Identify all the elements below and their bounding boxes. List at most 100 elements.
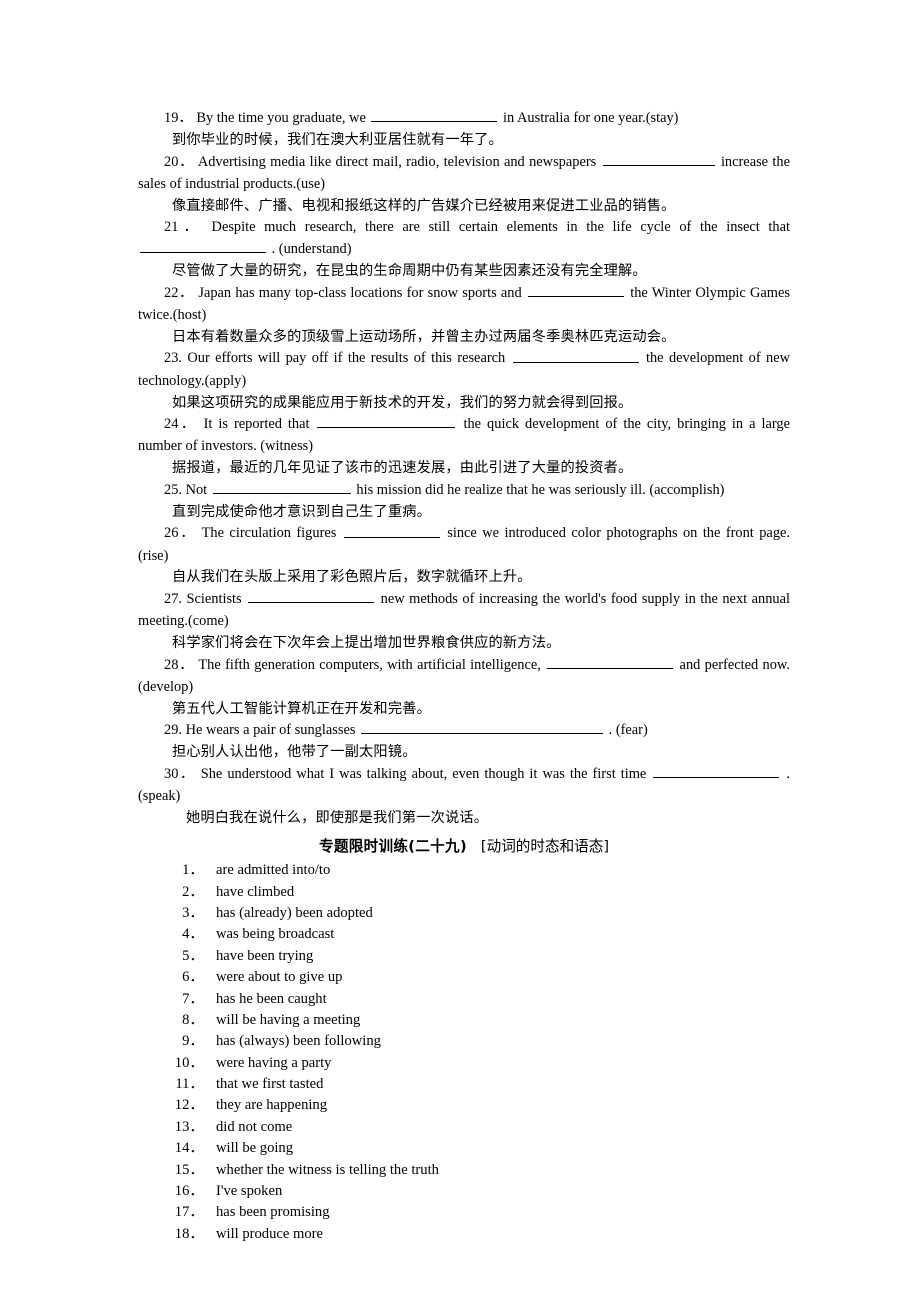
answer-item: 8． will be having a meeting xyxy=(138,1010,790,1031)
answer-blank[interactable] xyxy=(361,720,604,735)
answer-text: whether the witness is telling the truth xyxy=(216,1161,439,1178)
exercise-item: 27. Scientists new methods of increasing… xyxy=(138,589,790,633)
section-heading-topic: [动词的时态和语态] xyxy=(480,838,610,856)
answer-text: has he been caught xyxy=(216,990,327,1007)
answer-blank[interactable] xyxy=(527,283,624,298)
exercise-text-before-blank: Scientists xyxy=(186,591,247,608)
answer-text: will produce more xyxy=(216,1225,323,1242)
answer-blank[interactable] xyxy=(512,348,639,363)
answer-number: 4． xyxy=(182,926,204,943)
answer-number: 18． xyxy=(174,1225,204,1242)
answer-number: 12． xyxy=(174,1097,204,1114)
answer-blank[interactable] xyxy=(212,480,351,494)
answer-blank[interactable] xyxy=(317,414,456,429)
answer-number: 6． xyxy=(182,969,204,986)
exercise-text-before-blank: Our efforts will pay off if the results … xyxy=(187,350,511,367)
answer-item: 12． they are happening xyxy=(138,1095,790,1116)
exercise-text-before-blank: The circulation figures xyxy=(201,525,342,542)
exercise-text-before-blank: Japan has many top-class locations for s… xyxy=(198,285,526,302)
exercise-number: 28． xyxy=(164,656,199,673)
answer-item: 13． did not come xyxy=(138,1117,790,1138)
exercise-number: 22． xyxy=(164,285,199,302)
answer-item: 16． I've spoken xyxy=(138,1181,790,1202)
exercise-number: 21． xyxy=(164,219,212,236)
exercise-text-before-blank: Advertising media like direct mail, radi… xyxy=(197,153,601,170)
answer-blank[interactable] xyxy=(653,764,780,779)
answer-blank[interactable] xyxy=(602,152,715,166)
answer-blank[interactable] xyxy=(343,523,440,538)
answer-number: 2． xyxy=(182,883,204,900)
answer-number: 16． xyxy=(174,1182,204,1199)
exercise-translation: 自从我们在头版上采用了彩色照片后，数字就循环上升。 xyxy=(172,569,532,586)
answer-text: did not come xyxy=(216,1118,293,1135)
section-heading-title: 专题限时训练(二十九) xyxy=(318,838,467,856)
answer-text: that we first tasted xyxy=(216,1076,324,1093)
answer-text: are admitted into/to xyxy=(216,862,331,879)
document-page: 19． By the time you graduate, we in Aust… xyxy=(0,0,920,1302)
answer-blank[interactable] xyxy=(248,589,375,604)
answer-number: 10． xyxy=(174,1054,204,1071)
exercise-text-before-blank: He wears a pair of sunglasses xyxy=(185,722,360,739)
answer-key-list: 1． are admitted into/to 2． have climbed 3． ha… xyxy=(138,860,790,1245)
answer-item: 17． has been promising xyxy=(138,1202,790,1223)
exercise-translation: 科学家们将会在下次年会上提出增加世界粮食供应的新方法。 xyxy=(172,634,561,651)
answer-text: have been trying xyxy=(216,947,314,964)
answer-number: 1． xyxy=(182,862,204,879)
answer-item: 11． that we first tasted xyxy=(138,1074,790,1095)
answer-item: 2． have climbed xyxy=(138,882,790,903)
exercise-item: 20． Advertising media like direct mail, … xyxy=(138,152,790,196)
answer-number: 11． xyxy=(175,1076,204,1093)
answer-blank[interactable] xyxy=(371,108,498,123)
exercise-list: 19． By the time you graduate, we in Aust… xyxy=(138,108,790,829)
section-heading: 专题限时训练(二十九) [动词的时态和语态] xyxy=(138,836,790,858)
exercise-number: 27. xyxy=(164,591,187,608)
answer-blank[interactable] xyxy=(547,655,674,669)
exercise-text-after-blank: . (fear) xyxy=(605,722,648,739)
exercise-item: 21． Despite much research, there are sti… xyxy=(138,217,790,261)
answer-item: 3． has (already) been adopted xyxy=(138,903,790,924)
answer-number: 5． xyxy=(182,947,204,964)
answer-number: 7． xyxy=(182,990,204,1007)
exercise-number: 30． xyxy=(164,766,201,783)
exercise-number: 24． xyxy=(164,416,204,433)
exercise-translation: 她明白我在说什么，即使那是我们第一次说话。 xyxy=(186,809,489,826)
answer-item: 10． were having a party xyxy=(138,1053,790,1074)
exercise-item: 25. Not his mission did he realize that … xyxy=(138,480,790,502)
exercise-text-before-blank: Despite much research, there are still c… xyxy=(211,219,790,236)
answer-text: was being broadcast xyxy=(216,926,335,943)
answer-number: 14． xyxy=(174,1140,204,1157)
answer-number: 3． xyxy=(182,905,204,922)
exercise-translation: 到你毕业的时候，我们在澳大利亚居住就有一年了。 xyxy=(172,132,503,149)
answer-text: has (already) been adopted xyxy=(216,905,373,922)
answer-item: 14． will be going xyxy=(138,1138,790,1159)
exercise-number: 25. xyxy=(164,481,186,498)
exercise-translation: 如果这项研究的成果能应用于新技术的开发，我们的努力就会得到回报。 xyxy=(172,394,633,411)
exercise-item: 28． The fifth generation computers, with… xyxy=(138,655,790,699)
answer-text: will be having a meeting xyxy=(216,1011,361,1028)
exercise-translation: 像直接邮件、广播、电视和报纸这样的广告媒介已经被用来促进工业品的销售。 xyxy=(172,197,676,214)
exercise-text-before-blank: It is reported that xyxy=(203,416,316,433)
answer-blank[interactable] xyxy=(140,239,266,254)
answer-text: were having a party xyxy=(216,1054,332,1071)
answer-item: 4． was being broadcast xyxy=(138,924,790,945)
exercise-item: 24． It is reported that the quick develo… xyxy=(138,414,790,458)
exercise-text-after-blank: his mission did he realize that he was s… xyxy=(352,481,725,498)
answer-text: has (always) been following xyxy=(216,1033,381,1050)
answer-number: 17． xyxy=(174,1204,204,1221)
exercise-translation: 直到完成使命他才意识到自己生了重病。 xyxy=(172,503,431,520)
exercise-number: 20． xyxy=(164,153,198,170)
exercise-item: 29. He wears a pair of sunglasses . (fea… xyxy=(138,720,790,742)
exercise-translation: 尽管做了大量的研究，在昆虫的生命周期中仍有某些因素还没有完全理解。 xyxy=(172,263,647,280)
exercise-number: 26． xyxy=(164,525,202,542)
exercise-number: 19． xyxy=(164,110,197,127)
answer-number: 15． xyxy=(174,1161,204,1178)
answer-text: will be going xyxy=(216,1140,294,1157)
exercise-translation: 日本有着数量众多的顶级雪上运动场所，并曾主办过两届冬季奥林匹克运动会。 xyxy=(172,328,676,345)
answer-text: were about to give up xyxy=(216,969,343,986)
exercise-item: 22． Japan has many top-class locations f… xyxy=(138,283,790,327)
answer-text: have climbed xyxy=(216,883,295,900)
exercise-text-before-blank: She understood what I was talking about,… xyxy=(200,766,652,783)
answer-text: they are happening xyxy=(216,1097,328,1114)
exercise-translation: 据报道，最近的几年见证了该市的迅速发展，由此引进了大量的投资者。 xyxy=(172,460,633,477)
answer-item: 5． have been trying xyxy=(138,946,790,967)
